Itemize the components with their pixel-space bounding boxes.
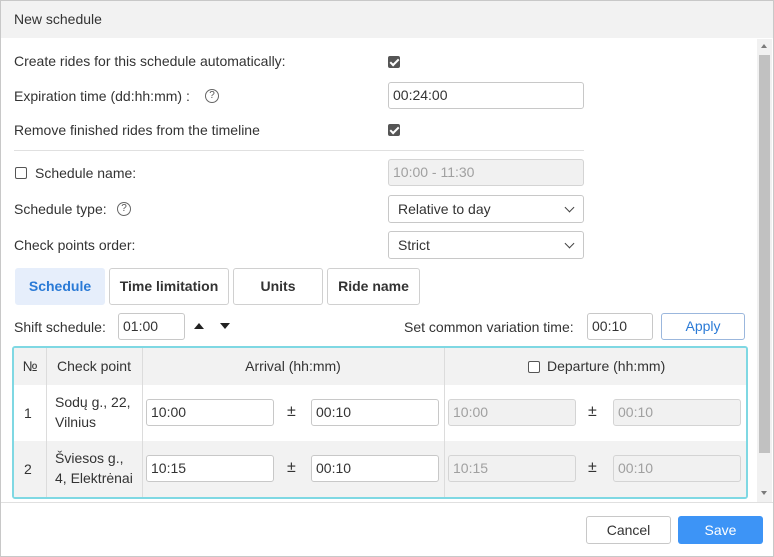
dialog-header: New schedule (1, 1, 773, 38)
schedule-type-help-icon[interactable]: ? (117, 202, 131, 216)
shift-schedule-input[interactable]: 01:00 (118, 313, 185, 340)
arrival-variation-input[interactable]: 00:10 (311, 455, 439, 482)
variation-time-input[interactable]: 00:10 (587, 313, 653, 340)
plus-minus-icon: ± (287, 459, 296, 476)
apply-button[interactable]: Apply (661, 313, 745, 340)
shift-up-arrow-icon[interactable] (194, 323, 204, 329)
departure-checkbox[interactable] (528, 361, 540, 373)
header-checkpoint: Check point (57, 358, 131, 374)
expiration-help-icon[interactable]: ? (205, 89, 219, 103)
create-rides-checkbox[interactable] (388, 56, 400, 68)
table-row: 2 Šviesos g., 4, Elektrėnai 10:15 ± 00:1… (14, 441, 746, 497)
plus-minus-icon: ± (588, 403, 597, 420)
tab-units[interactable]: Units (233, 268, 323, 305)
dialog-title: New schedule (14, 11, 102, 27)
schedule-type-select[interactable]: Relative to day (388, 195, 584, 223)
remove-finished-label: Remove finished rides from the timeline (14, 122, 260, 138)
scroll-thumb[interactable] (759, 55, 770, 453)
cancel-button[interactable]: Cancel (586, 516, 671, 544)
departure-input: 10:00 (448, 399, 576, 426)
tab-ride-name[interactable]: Ride name (327, 268, 420, 305)
checkpoints-order-label: Check points order: (14, 237, 136, 253)
checkpoints-order-select[interactable]: Strict (388, 231, 584, 259)
checkpoints-order-value: Strict (398, 237, 430, 253)
plus-minus-icon: ± (588, 459, 597, 476)
departure-variation-input: 00:10 (613, 399, 741, 426)
remove-finished-checkbox[interactable] (388, 124, 400, 136)
chevron-down-icon (564, 238, 575, 249)
row-checkpoint-line2: 4, Elektrėnai (55, 470, 133, 486)
expiration-label: Expiration time (dd:hh:mm) : (14, 88, 190, 104)
row-checkpoint-line1: Sodų g., 22, (55, 394, 131, 410)
dialog-footer: Cancel Save (1, 502, 773, 556)
schedule-type-label: Schedule type: (14, 201, 107, 217)
arrival-input[interactable]: 10:15 (146, 455, 274, 482)
new-schedule-dialog: New schedule Create rides for this sched… (0, 0, 774, 557)
variation-time-label: Set common variation time: (404, 319, 574, 335)
plus-minus-icon: ± (287, 403, 296, 420)
schedule-type-value: Relative to day (398, 201, 491, 217)
table-header: № Check point Arrival (hh:mm) Departure … (14, 348, 746, 385)
tab-time-limitation[interactable]: Time limitation (109, 268, 229, 305)
arrival-variation-input[interactable]: 00:10 (311, 399, 439, 426)
schedule-name-label: Schedule name: (35, 165, 137, 181)
arrival-input[interactable]: 10:00 (146, 399, 274, 426)
create-rides-label: Create rides for this schedule automatic… (14, 53, 286, 69)
schedule-name-checkbox[interactable] (15, 167, 27, 179)
row-num: 1 (24, 405, 32, 421)
expiration-input[interactable]: 00:24:00 (388, 82, 584, 109)
header-arrival: Arrival (hh:mm) (245, 358, 341, 374)
departure-input: 10:15 (448, 455, 576, 482)
row-checkpoint-line2: Vilnius (55, 414, 96, 430)
column-divider (142, 348, 143, 497)
header-num: № (22, 358, 38, 374)
tab-schedule[interactable]: Schedule (15, 268, 105, 305)
row-num: 2 (24, 461, 32, 477)
checkpoints-table: № Check point Arrival (hh:mm) Departure … (12, 346, 748, 499)
column-divider (46, 348, 47, 497)
chevron-down-icon (564, 202, 575, 213)
shift-schedule-label: Shift schedule: (14, 319, 106, 335)
scroll-up-arrow-icon[interactable] (761, 44, 767, 48)
schedule-name-input: 10:00 - 11:30 (388, 159, 584, 186)
column-divider (444, 348, 445, 497)
shift-down-arrow-icon[interactable] (220, 323, 230, 329)
header-departure: Departure (hh:mm) (547, 358, 666, 374)
save-button[interactable]: Save (678, 516, 763, 544)
departure-variation-input: 00:10 (613, 455, 741, 482)
scrollbar[interactable] (757, 39, 772, 502)
divider (14, 150, 584, 151)
table-row: 1 Sodų g., 22, Vilnius 10:00 ± 00:10 10:… (14, 385, 746, 441)
scroll-down-arrow-icon[interactable] (761, 491, 767, 495)
row-checkpoint-line1: Šviesos g., (55, 450, 124, 466)
